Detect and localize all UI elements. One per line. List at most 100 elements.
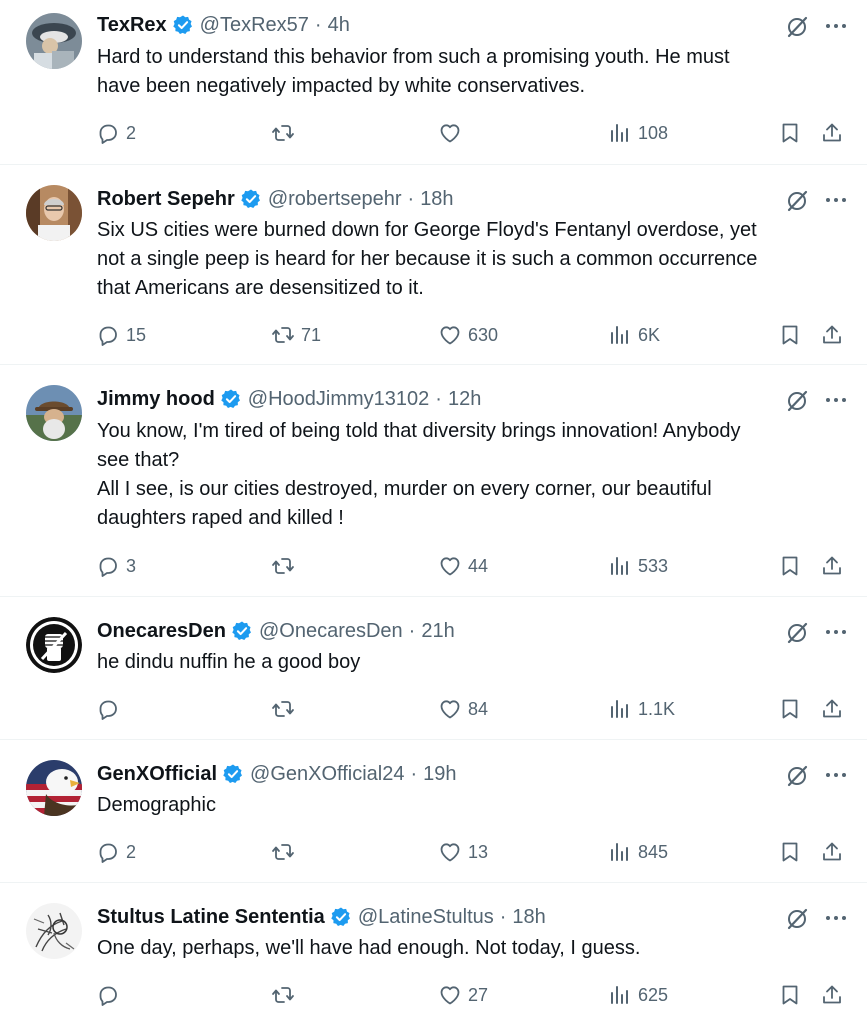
more-options-icon[interactable] (822, 386, 850, 414)
share-icon (820, 697, 844, 721)
bookmark-button[interactable] (778, 551, 802, 581)
share-button[interactable] (820, 980, 844, 1010)
tweet-text-line: see that? (97, 449, 180, 471)
views-button[interactable]: 533 (608, 551, 668, 581)
grok-icon[interactable] (783, 386, 811, 414)
author-name[interactable]: TexRex (97, 11, 167, 39)
grok-icon[interactable] (783, 761, 811, 789)
tweet-text-line: have been negatively impacted by white c… (97, 75, 586, 97)
share-button[interactable] (820, 551, 844, 581)
tweet[interactable]: Robert Sepehr @robertsepehr · 18h Six US… (0, 165, 867, 365)
author-name[interactable]: Stultus Latine Sententia (97, 903, 325, 931)
views-icon (608, 121, 632, 145)
avatar[interactable] (26, 760, 82, 816)
reply-button[interactable]: 2 (96, 837, 136, 867)
like-button[interactable]: 84 (438, 694, 488, 724)
more-options-icon[interactable] (822, 186, 850, 214)
tweet[interactable]: OnecaresDen @OnecaresDen · 21h he dindu … (0, 597, 867, 740)
tweet-text: One day, perhaps, we'll have had enough.… (97, 934, 842, 963)
retweet-button[interactable] (271, 837, 301, 867)
author-handle[interactable]: @robertsepehr (268, 185, 402, 213)
views-button[interactable]: 625 (608, 980, 668, 1010)
reply-button[interactable]: 3 (96, 551, 136, 581)
author-name[interactable]: Robert Sepehr (97, 185, 235, 213)
timestamp[interactable]: 4h (328, 11, 350, 39)
bookmark-button[interactable] (778, 320, 802, 350)
grok-icon[interactable] (783, 12, 811, 40)
timestamp[interactable]: 18h (512, 903, 545, 931)
bookmark-button[interactable] (778, 980, 802, 1010)
grok-icon[interactable] (783, 186, 811, 214)
reply-button[interactable] (96, 694, 126, 724)
tweet[interactable]: TexRex @TexRex57 · 4h Hard to understand… (0, 0, 867, 165)
retweet-button[interactable]: 71 (271, 320, 321, 350)
tweet-text: You know, I'm tired of being told that d… (97, 417, 842, 533)
like-count: 44 (468, 555, 489, 576)
share-button[interactable] (820, 118, 844, 148)
share-button[interactable] (820, 694, 844, 724)
grok-icon[interactable] (783, 618, 811, 646)
share-button[interactable] (820, 320, 844, 350)
verified-badge-icon (330, 906, 352, 928)
bookmark-icon (778, 323, 802, 347)
views-button[interactable]: 6K (608, 320, 660, 350)
retweet-button[interactable] (271, 694, 301, 724)
avatar[interactable] (26, 903, 82, 959)
tweet-text: Demographic (97, 791, 842, 820)
bookmark-button[interactable] (778, 837, 802, 867)
more-options-icon[interactable] (822, 618, 850, 646)
tweet-text-line: All I see, is our cities destroyed, murd… (97, 478, 712, 500)
retweet-button[interactable] (271, 551, 301, 581)
tweet-header: OnecaresDen @OnecaresDen · 21h (97, 617, 455, 645)
more-options-icon[interactable] (822, 904, 850, 932)
author-name[interactable]: Jimmy hood (97, 385, 215, 413)
reply-count: 2 (126, 122, 137, 143)
bookmark-button[interactable] (778, 118, 802, 148)
author-handle[interactable]: @GenXOfficial24 (250, 760, 404, 788)
reply-count: 15 (126, 324, 147, 345)
author-handle[interactable]: @HoodJimmy13102 (248, 385, 430, 413)
timestamp[interactable]: 12h (448, 385, 481, 413)
share-icon (820, 121, 844, 145)
tweet-text-line: You know, I'm tired of being told that d… (97, 420, 741, 442)
tweet[interactable]: Jimmy hood @HoodJimmy13102 · 12h You kno… (0, 365, 867, 597)
reply-icon (96, 554, 120, 578)
like-button[interactable] (438, 118, 468, 148)
author-name[interactable]: OnecaresDen (97, 617, 226, 645)
verified-badge-icon (220, 388, 242, 410)
verified-badge-icon (172, 14, 194, 36)
reply-button[interactable] (96, 980, 126, 1010)
avatar[interactable] (26, 13, 82, 69)
timestamp[interactable]: 18h (420, 185, 453, 213)
avatar[interactable] (26, 185, 82, 241)
more-options-icon[interactable] (822, 761, 850, 789)
reply-button[interactable]: 2 (96, 118, 136, 148)
retweet-button[interactable] (271, 980, 301, 1010)
grok-icon[interactable] (783, 904, 811, 932)
like-button[interactable]: 630 (438, 320, 498, 350)
share-button[interactable] (820, 837, 844, 867)
like-button[interactable]: 44 (438, 551, 488, 581)
more-options-icon[interactable] (822, 12, 850, 40)
author-handle[interactable]: @TexRex57 (200, 11, 309, 39)
tweet[interactable]: Stultus Latine Sententia @LatineStultus … (0, 883, 867, 1024)
views-button[interactable]: 108 (608, 118, 668, 148)
reply-icon (96, 840, 120, 864)
views-count: 533 (638, 555, 669, 576)
author-handle[interactable]: @LatineStultus (358, 903, 494, 931)
bookmark-button[interactable] (778, 694, 802, 724)
like-button[interactable]: 13 (438, 837, 488, 867)
timestamp[interactable]: 21h (421, 617, 454, 645)
views-button[interactable]: 1.1K (608, 694, 675, 724)
tweet[interactable]: GenXOfficial @GenXOfficial24 · 19h Demog… (0, 740, 867, 883)
views-count: 845 (638, 841, 669, 862)
avatar[interactable] (26, 617, 82, 673)
avatar[interactable] (26, 385, 82, 441)
timestamp[interactable]: 19h (423, 760, 456, 788)
like-button[interactable]: 27 (438, 980, 488, 1010)
views-button[interactable]: 845 (608, 837, 668, 867)
retweet-button[interactable] (271, 118, 301, 148)
reply-button[interactable]: 15 (96, 320, 146, 350)
author-handle[interactable]: @OnecaresDen (259, 617, 403, 645)
author-name[interactable]: GenXOfficial (97, 760, 217, 788)
